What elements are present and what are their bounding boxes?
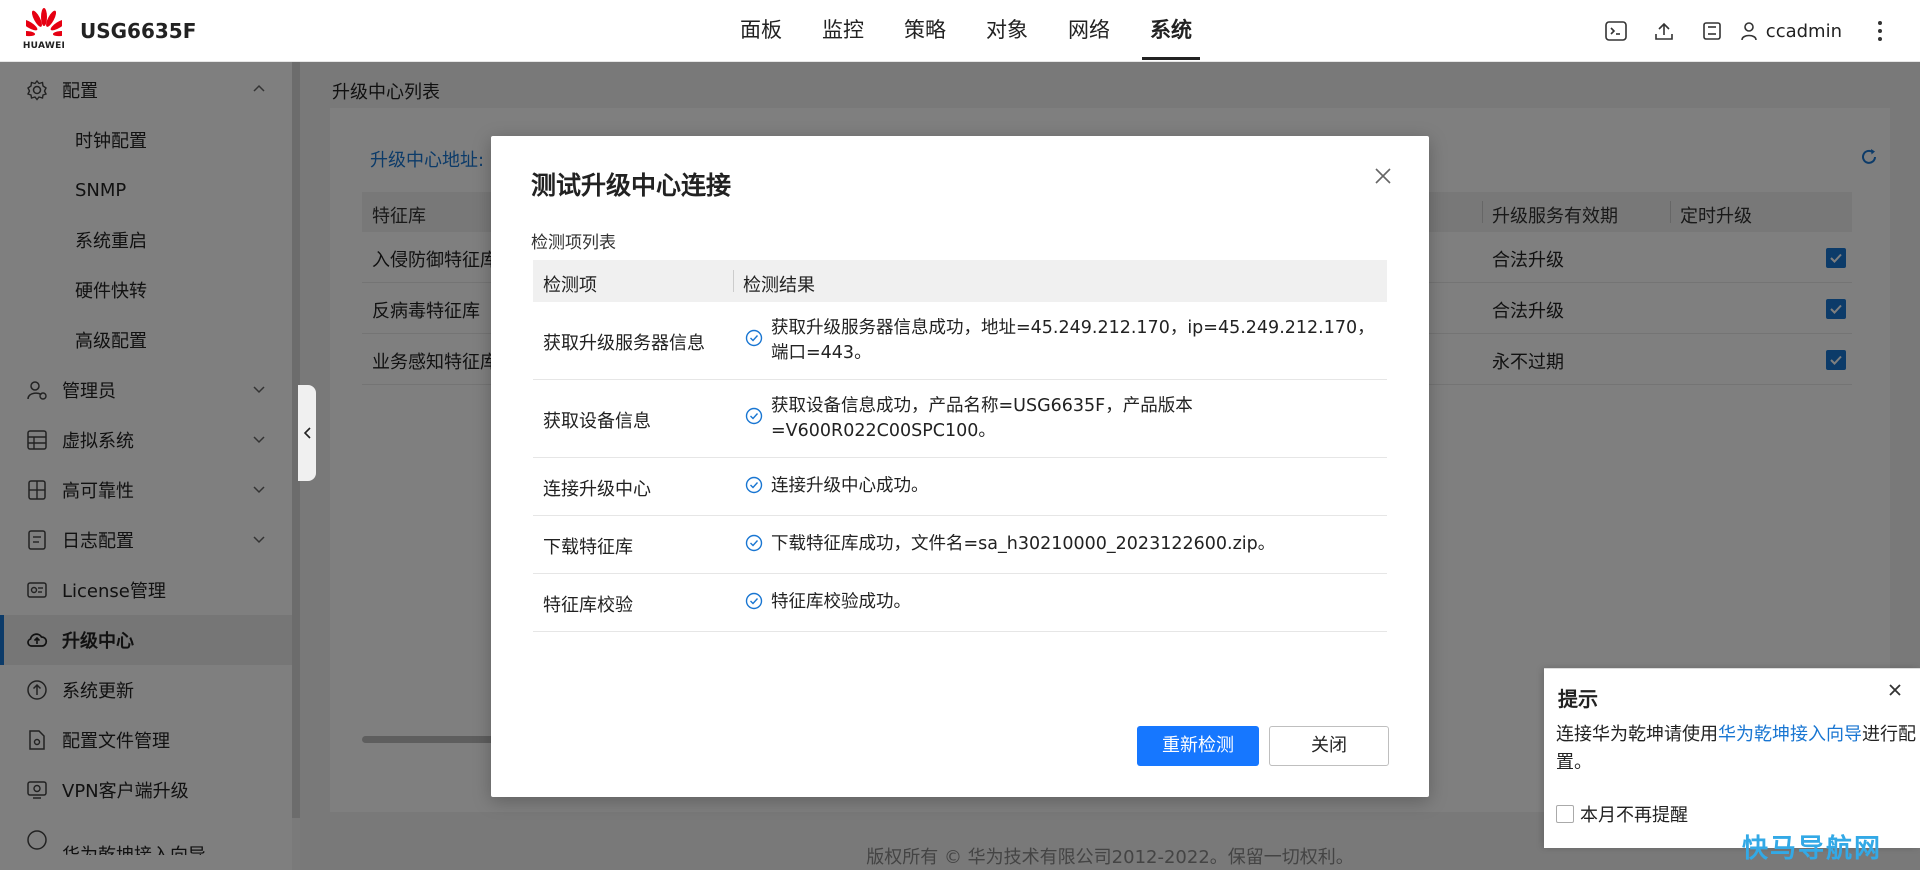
column-header-check-item: 检测项 — [543, 275, 597, 296]
watermark-text: 快马导航网 — [1742, 834, 1883, 864]
upload-button[interactable] — [1640, 0, 1688, 62]
save-button[interactable] — [1688, 0, 1736, 62]
nav-dashboard[interactable]: 面板 — [730, 0, 792, 62]
check-item: 连接升级中心 — [543, 479, 651, 500]
check-row: 连接升级中心 连接升级中心成功。 — [533, 458, 1387, 516]
nav-system[interactable]: 系统 — [1140, 0, 1202, 62]
check-result: 获取升级服务器信息成功，地址=45.249.212.170，ip=45.249.… — [771, 318, 1375, 363]
success-check-icon — [745, 476, 763, 494]
check-row: 获取升级服务器信息 获取升级服务器信息成功，地址=45.249.212.170，… — [533, 302, 1387, 380]
huawei-wordmark: HUAWEI — [22, 41, 66, 51]
dont-remind-checkbox[interactable]: 本月不再提醒 — [1556, 801, 1688, 827]
success-check-icon — [745, 407, 763, 425]
terminal-icon — [1604, 21, 1627, 41]
nav-monitor[interactable]: 监控 — [812, 0, 874, 62]
check-result: 获取设备信息成功，产品名称=USG6635F，产品版本=V600R022C00S… — [771, 396, 1193, 441]
check-result: 下载特征库成功，文件名=sa_h30210000_2023122600.zip。 — [771, 534, 1276, 554]
check-item: 获取设备信息 — [543, 411, 651, 432]
sidebar-collapse-handle[interactable] — [298, 385, 316, 481]
test-connection-dialog: 测试升级中心连接 检测项列表 检测项 检测结果 获取升级服务器信息 获取升级服务… — [491, 136, 1429, 797]
nav-object[interactable]: 对象 — [976, 0, 1038, 62]
user-menu[interactable]: ccadmin — [1740, 21, 1842, 42]
dont-remind-label: 本月不再提醒 — [1580, 805, 1688, 826]
chevron-left-icon — [303, 427, 311, 439]
check-item: 特征库校验 — [543, 595, 633, 616]
more-vertical-icon — [1878, 21, 1882, 41]
check-list-label: 检测项列表 — [531, 233, 616, 253]
close-button[interactable]: 关闭 — [1269, 726, 1389, 766]
tip-text-before: 连接华为乾坤请使用 — [1556, 724, 1718, 745]
save-icon — [1702, 22, 1721, 40]
upload-icon — [1654, 22, 1673, 40]
more-menu-button[interactable] — [1860, 20, 1900, 42]
check-result: 特征库校验成功。 — [771, 592, 911, 612]
product-name: USG6635F — [80, 19, 197, 43]
nav-network[interactable]: 网络 — [1058, 0, 1120, 62]
header-tools: ccadmin — [1592, 0, 1900, 62]
check-row: 下载特征库 下载特征库成功，文件名=sa_h30210000_202312260… — [533, 516, 1387, 574]
success-check-icon — [745, 592, 763, 610]
success-check-icon — [745, 534, 763, 552]
check-item: 获取升级服务器信息 — [543, 333, 705, 354]
success-check-icon — [745, 329, 763, 347]
qiankun-guide-link[interactable]: 华为乾坤接入向导 — [1718, 724, 1862, 745]
huawei-petals-icon — [26, 8, 62, 37]
check-row: 获取设备信息 获取设备信息成功，产品名称=USG6635F，产品版本=V600R… — [533, 380, 1387, 458]
check-row: 特征库校验 特征库校验成功。 — [533, 574, 1387, 632]
dialog-close-button[interactable] — [1371, 164, 1395, 188]
tip-message: 连接华为乾坤请使用华为乾坤接入向导进行配置。 — [1556, 721, 1916, 777]
username: ccadmin — [1765, 20, 1842, 42]
check-item: 下载特征库 — [543, 537, 633, 558]
checkbox-box[interactable] — [1556, 805, 1574, 823]
tip-title: 提示 — [1558, 687, 1598, 711]
close-icon — [1889, 684, 1901, 696]
recheck-button[interactable]: 重新检测 — [1137, 726, 1259, 766]
column-divider — [733, 270, 734, 292]
user-icon — [1740, 22, 1757, 41]
cli-terminal-button[interactable] — [1592, 0, 1640, 62]
check-table-header: 检测项 检测结果 — [533, 260, 1387, 302]
check-result: 连接升级中心成功。 — [771, 476, 929, 496]
brand[interactable]: HUAWEI USG6635F — [22, 8, 196, 54]
dialog-title: 测试升级中心连接 — [531, 171, 732, 200]
top-header: HUAWEI USG6635F 面板 监控 策略 对象 网络 系统 ccadmi… — [0, 0, 1920, 62]
nav-policy[interactable]: 策略 — [894, 0, 956, 62]
tip-popup: 提示 连接华为乾坤请使用华为乾坤接入向导进行配置。 本月不再提醒 — [1544, 668, 1920, 848]
check-table: 检测项 检测结果 获取升级服务器信息 获取升级服务器信息成功，地址=45.249… — [533, 260, 1387, 632]
huawei-logo: HUAWEI — [22, 8, 66, 54]
tip-close-button[interactable] — [1886, 681, 1904, 699]
close-icon — [1375, 168, 1391, 184]
main-nav: 面板 监控 策略 对象 网络 系统 — [730, 0, 1222, 62]
column-header-check-result: 检测结果 — [743, 275, 815, 296]
